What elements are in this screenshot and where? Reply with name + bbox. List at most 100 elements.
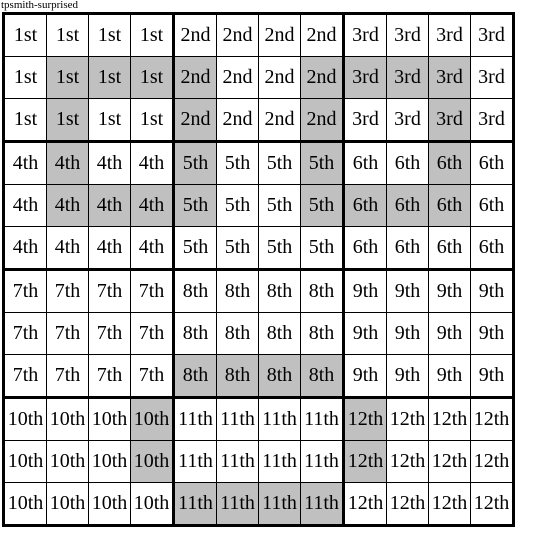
grid-cell[interactable]: 7th <box>3 312 47 355</box>
grid-cell[interactable]: 4th <box>130 140 175 185</box>
grid-cell[interactable]: 12th <box>342 396 387 441</box>
grid-cell[interactable]: 9th <box>428 312 471 355</box>
grid-cell[interactable]: 2nd <box>216 13 259 57</box>
grid-cell[interactable]: 7th <box>3 354 47 399</box>
grid-cell[interactable]: 1st <box>88 13 131 57</box>
grid-cell[interactable]: 3rd <box>386 98 429 143</box>
grid-cell[interactable]: 11th <box>216 396 259 441</box>
grid-cell[interactable]: 9th <box>470 354 514 399</box>
grid-cell[interactable]: 3rd <box>428 98 471 143</box>
grid-cell[interactable]: 10th <box>88 440 131 483</box>
grid-cell[interactable]: 12th <box>470 440 514 483</box>
grid-cell[interactable]: 7th <box>46 312 89 355</box>
grid-cell[interactable]: 4th <box>130 184 175 227</box>
grid-cell[interactable]: 6th <box>470 140 514 185</box>
grid-cell[interactable]: 6th <box>470 226 514 271</box>
grid-cell[interactable]: 9th <box>342 312 387 355</box>
grid-cell[interactable]: 8th <box>172 354 217 399</box>
grid-cell[interactable]: 5th <box>172 184 217 227</box>
grid-cell[interactable]: 10th <box>130 396 175 441</box>
grid-cell[interactable]: 2nd <box>258 56 301 99</box>
grid-cell[interactable]: 4th <box>88 226 131 271</box>
grid-cell[interactable]: 5th <box>216 226 259 271</box>
grid-cell[interactable]: 3rd <box>470 98 514 143</box>
grid-cell[interactable]: 3rd <box>470 13 514 57</box>
grid-cell[interactable]: 2nd <box>258 98 301 143</box>
grid-cell[interactable]: 9th <box>470 268 514 313</box>
grid-cell[interactable]: 3rd <box>342 98 387 143</box>
grid-cell[interactable]: 1st <box>46 56 89 99</box>
grid-cell[interactable]: 5th <box>258 184 301 227</box>
grid-cell[interactable]: 6th <box>386 226 429 271</box>
grid-cell[interactable]: 7th <box>88 354 131 399</box>
grid-cell[interactable]: 4th <box>46 184 89 227</box>
grid-cell[interactable]: 1st <box>3 56 47 99</box>
grid-cell[interactable]: 8th <box>258 354 301 399</box>
grid-cell[interactable]: 4th <box>46 140 89 185</box>
grid-cell[interactable]: 8th <box>300 268 345 313</box>
grid-cell[interactable]: 9th <box>386 354 429 399</box>
grid-cell[interactable]: 12th <box>470 482 514 526</box>
grid-cell[interactable]: 5th <box>216 184 259 227</box>
grid-cell[interactable]: 7th <box>88 312 131 355</box>
grid-cell[interactable]: 10th <box>3 396 47 441</box>
grid-cell[interactable]: 4th <box>3 140 47 185</box>
grid-cell[interactable]: 10th <box>46 440 89 483</box>
grid-cell[interactable]: 9th <box>428 268 471 313</box>
grid-cell[interactable]: 5th <box>300 140 345 185</box>
grid-cell[interactable]: 7th <box>46 354 89 399</box>
grid-cell[interactable]: 3rd <box>428 56 471 99</box>
grid-cell[interactable]: 6th <box>428 226 471 271</box>
grid-cell[interactable]: 12th <box>342 440 387 483</box>
grid-cell[interactable]: 8th <box>258 268 301 313</box>
grid-cell[interactable]: 7th <box>130 268 175 313</box>
grid-cell[interactable]: 2nd <box>300 98 345 143</box>
grid-cell[interactable]: 4th <box>46 226 89 271</box>
grid-cell[interactable]: 6th <box>342 140 387 185</box>
grid-cell[interactable]: 11th <box>216 440 259 483</box>
grid-cell[interactable]: 8th <box>216 312 259 355</box>
grid-cell[interactable]: 5th <box>172 140 217 185</box>
grid-cell[interactable]: 6th <box>470 184 514 227</box>
grid-cell[interactable]: 9th <box>386 312 429 355</box>
grid-cell[interactable]: 3rd <box>470 56 514 99</box>
grid-cell[interactable]: 6th <box>428 140 471 185</box>
grid-cell[interactable]: 8th <box>172 268 217 313</box>
grid-cell[interactable]: 11th <box>258 440 301 483</box>
grid-cell[interactable]: 11th <box>300 396 345 441</box>
grid-cell[interactable]: 9th <box>386 268 429 313</box>
grid-cell[interactable]: 7th <box>130 354 175 399</box>
grid-cell[interactable]: 9th <box>470 312 514 355</box>
grid-cell[interactable]: 10th <box>88 396 131 441</box>
grid-cell[interactable]: 10th <box>3 482 47 526</box>
grid-cell[interactable]: 11th <box>172 396 217 441</box>
grid-cell[interactable]: 10th <box>3 440 47 483</box>
grid-cell[interactable]: 4th <box>3 184 47 227</box>
grid-cell[interactable]: 4th <box>3 226 47 271</box>
grid-cell[interactable]: 11th <box>258 482 301 526</box>
grid-cell[interactable]: 7th <box>88 268 131 313</box>
grid-cell[interactable]: 6th <box>386 184 429 227</box>
grid-cell[interactable]: 11th <box>300 482 345 526</box>
grid-cell[interactable]: 2nd <box>172 56 217 99</box>
grid-cell[interactable]: 1st <box>46 13 89 57</box>
grid-cell[interactable]: 7th <box>130 312 175 355</box>
grid-cell[interactable]: 2nd <box>172 98 217 143</box>
grid-cell[interactable]: 2nd <box>300 13 345 57</box>
grid-cell[interactable]: 6th <box>428 184 471 227</box>
grid-cell[interactable]: 1st <box>130 56 175 99</box>
grid-cell[interactable]: 10th <box>46 396 89 441</box>
grid-cell[interactable]: 3rd <box>342 13 387 57</box>
grid-cell[interactable]: 12th <box>342 482 387 526</box>
grid-cell[interactable]: 6th <box>342 184 387 227</box>
grid-cell[interactable]: 8th <box>258 312 301 355</box>
grid-cell[interactable]: 7th <box>3 268 47 313</box>
grid-cell[interactable]: 11th <box>300 440 345 483</box>
grid-cell[interactable]: 9th <box>342 268 387 313</box>
grid-cell[interactable]: 4th <box>130 226 175 271</box>
grid-cell[interactable]: 5th <box>300 226 345 271</box>
grid-cell[interactable]: 10th <box>130 482 175 526</box>
grid-cell[interactable]: 11th <box>258 396 301 441</box>
grid-cell[interactable]: 12th <box>428 482 471 526</box>
grid-cell[interactable]: 5th <box>258 226 301 271</box>
